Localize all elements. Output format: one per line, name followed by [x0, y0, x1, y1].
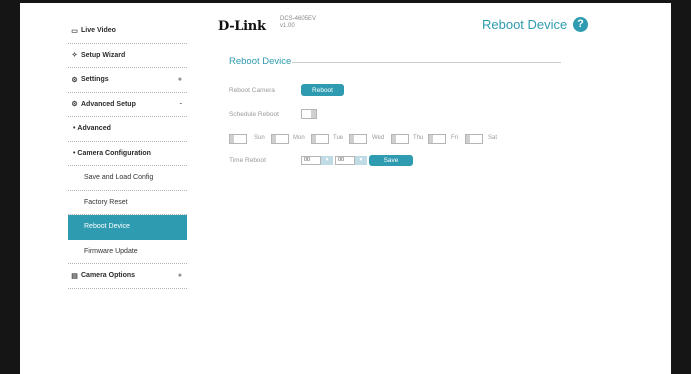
- expand-toggle[interactable]: +: [178, 272, 182, 279]
- sidebar-item-label: Settings: [81, 76, 109, 84]
- day-checkbox-tue[interactable]: [311, 134, 329, 144]
- time-reboot-label: Time Reboot: [229, 157, 266, 164]
- sidebar-item-label: Advanced: [77, 125, 111, 133]
- day-label-mon: Mon: [293, 135, 305, 141]
- reboot-camera-label: Reboot Camera: [229, 87, 275, 94]
- sidebar-item-label: Camera Options: [81, 272, 136, 280]
- day-label-tue: Tue: [333, 135, 344, 141]
- window-frame-left: [0, 0, 20, 374]
- hour-dropdown-arrow-icon[interactable]: ▾: [321, 156, 333, 165]
- collapse-toggle[interactable]: -: [180, 101, 182, 108]
- sidebar-item-advanced-setup[interactable]: ⚙ Advanced Setup -: [68, 93, 187, 117]
- sidebar-item-advanced[interactable]: • Advanced: [68, 117, 187, 142]
- page-title: Reboot Device: [482, 17, 568, 32]
- day-checkbox-sun[interactable]: [229, 134, 247, 144]
- sidebar-item-label: Setup Wizard: [81, 51, 126, 59]
- day-checkbox-thu[interactable]: [391, 134, 409, 144]
- sidebar-item-setup-wizard[interactable]: ✧ Setup Wizard: [68, 44, 187, 68]
- window-frame-right: [671, 0, 691, 374]
- day-label-fri: Fri: [451, 135, 458, 141]
- video-icon: ▭: [71, 27, 78, 35]
- window-frame-top: [0, 0, 691, 3]
- sidebar-item-reboot-device[interactable]: Reboot Device: [68, 215, 187, 240]
- sidebar-nav: ▭ Live Video ✧ Setup Wizard ⚙ Settings +…: [68, 19, 187, 289]
- advanced-gear-icon: ⚙: [71, 101, 78, 109]
- model-name: DCS-4605EV: [280, 16, 317, 22]
- day-label-sun: Sun: [254, 135, 265, 141]
- section-title: Reboot Device: [229, 56, 292, 67]
- sidebar-item-camera-options[interactable]: ▤ Camera Options +: [68, 264, 187, 289]
- section-divider: [292, 62, 561, 63]
- firmware-version: v1.00: [280, 23, 295, 29]
- model-info: DCS-4605EV v1.00: [280, 16, 316, 30]
- sidebar-item-factory-reset[interactable]: Factory Reset: [68, 191, 187, 215]
- day-label-wed: Wed: [372, 135, 385, 141]
- schedule-reboot-toggle[interactable]: [301, 109, 317, 119]
- sidebar-item-label: Factory Reset: [84, 198, 128, 206]
- sidebar-item-settings[interactable]: ⚙ Settings +: [68, 68, 187, 93]
- sidebar-item-firmware-update[interactable]: Firmware Update: [68, 240, 187, 264]
- day-label-thu: Thu: [413, 135, 424, 141]
- sidebar-item-live-video[interactable]: ▭ Live Video: [68, 19, 187, 44]
- dlink-logo: D-Link: [218, 19, 266, 34]
- sidebar-item-label: Reboot Device: [84, 223, 130, 231]
- sidebar-item-label: Save and Load Config: [84, 174, 154, 182]
- help-icon[interactable]: ?: [573, 17, 588, 32]
- camera-options-icon: ▤: [71, 272, 78, 280]
- minute-select[interactable]: 00: [335, 156, 355, 165]
- minute-dropdown-arrow-icon[interactable]: ▾: [355, 156, 367, 165]
- sidebar-item-camera-configuration[interactable]: • Camera Configuration: [68, 142, 187, 166]
- day-checkbox-fri[interactable]: [428, 134, 446, 144]
- sidebar-item-label: Live Video: [81, 27, 116, 35]
- day-checkbox-sat[interactable]: [465, 134, 483, 144]
- save-button[interactable]: Save: [369, 155, 413, 166]
- sidebar-item-label: Advanced Setup: [81, 100, 136, 108]
- day-checkbox-wed[interactable]: [349, 134, 367, 144]
- expand-toggle[interactable]: +: [178, 76, 182, 83]
- day-label-sat: Sat: [488, 135, 498, 141]
- reboot-button[interactable]: Reboot: [301, 84, 344, 96]
- schedule-reboot-label: Schedule Reboot: [229, 111, 279, 118]
- wand-icon: ✧: [71, 52, 78, 60]
- gear-icon: ⚙: [71, 76, 78, 84]
- sidebar-item-label: Camera Configuration: [77, 149, 151, 157]
- day-checkbox-mon[interactable]: [271, 134, 289, 144]
- sidebar-item-label: Firmware Update: [84, 247, 138, 255]
- sidebar-item-save-and-load-config[interactable]: Save and Load Config: [68, 166, 187, 191]
- hour-select[interactable]: 00: [301, 156, 321, 165]
